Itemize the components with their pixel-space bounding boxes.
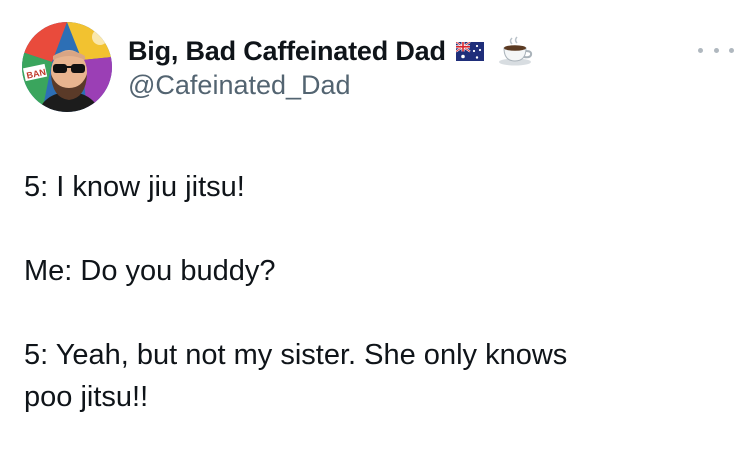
- tweet-line: 5: Yeah, but not my sister. She only kno…: [24, 339, 568, 371]
- author-handle[interactable]: @Cafeinated_Dad: [128, 70, 534, 101]
- more-dot-icon: [713, 47, 719, 53]
- display-name-row: Big, Bad Caffeinated Dad: [128, 34, 534, 68]
- tweet-header: BAN Big, Bad Caffeinated Dad @Cafeinated…: [22, 22, 534, 112]
- tweet-text: 5: I know jiu jitsu! Me: Do you buddy? 5…: [24, 166, 724, 418]
- author-info: Big, Bad Caffeinated Dad @Cafeinated_Dad: [128, 34, 534, 101]
- more-dot-icon: [729, 47, 734, 53]
- coffee-cup-icon: [498, 36, 534, 66]
- tweet-line: 5: I know jiu jitsu!: [24, 171, 245, 203]
- tweet-line: poo jitsu!!: [24, 381, 149, 413]
- line-spacer: [24, 292, 724, 334]
- line-spacer: [24, 208, 724, 250]
- tweet-line: Me: Do you buddy?: [24, 255, 276, 287]
- display-name[interactable]: Big, Bad Caffeinated Dad: [128, 36, 446, 67]
- more-options-button[interactable]: [698, 40, 734, 60]
- more-dot-icon: [698, 47, 703, 53]
- avatar-image: BAN: [22, 22, 112, 112]
- tweet-card: BAN Big, Bad Caffeinated Dad @Cafeinated…: [0, 0, 750, 460]
- avatar[interactable]: BAN: [22, 22, 112, 112]
- australia-flag-icon: [455, 40, 484, 61]
